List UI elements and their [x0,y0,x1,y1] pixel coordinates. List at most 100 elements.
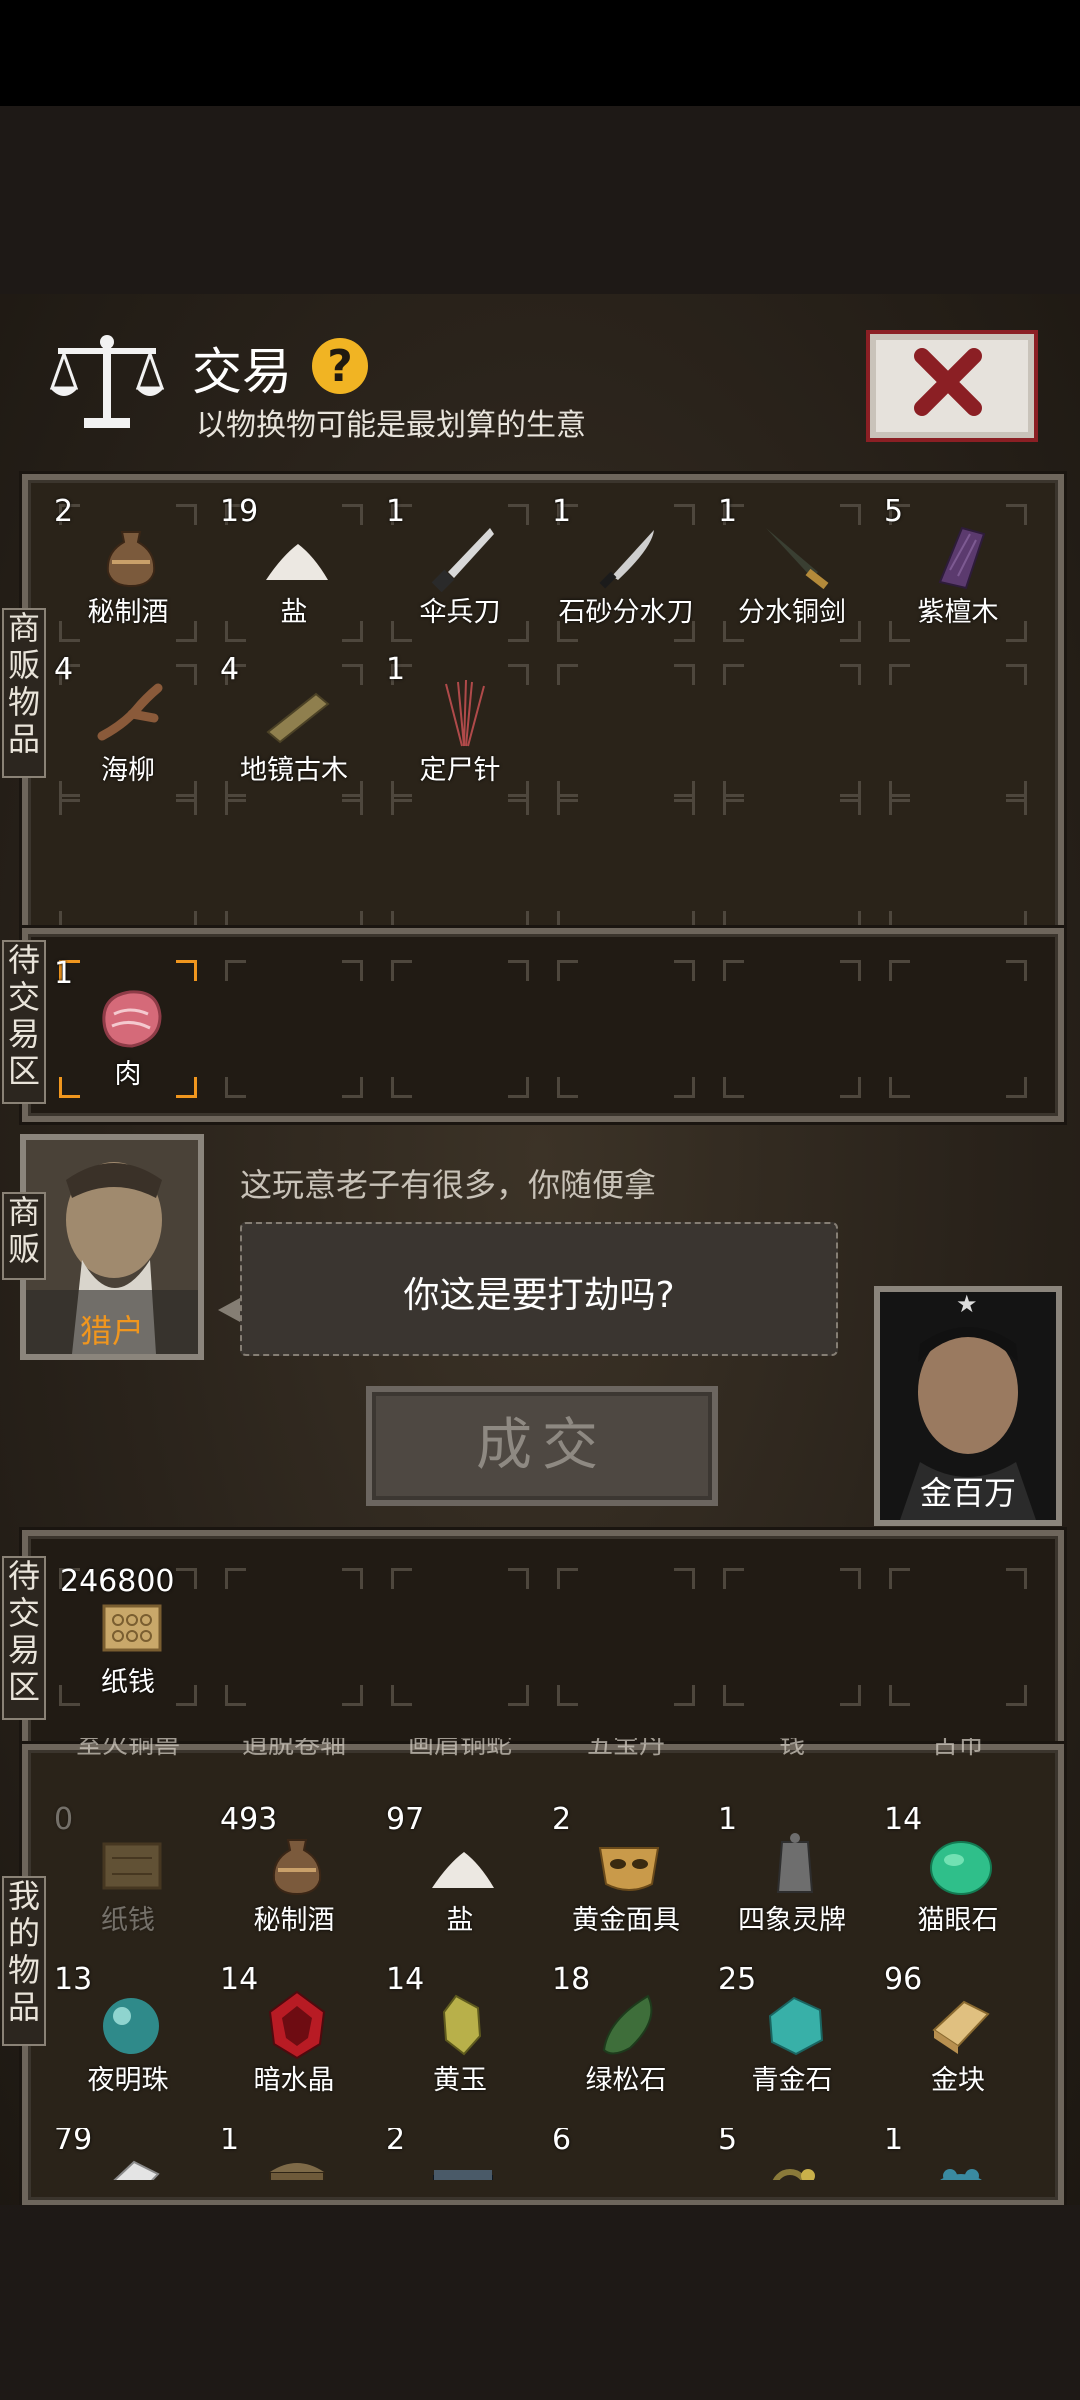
tab-pending-bottom-label: 待交易区 [7,1557,40,1706]
item-count: 25 [718,1962,757,1997]
item-slot [53,788,203,938]
vendor-hint: 这玩意老子有很多，你随便拿 [240,1166,657,1204]
paper-money-icon [102,1842,162,1890]
item-count: 13 [54,1962,93,1997]
inventory-item[interactable]: 5 [712,2128,872,2180]
deal-button[interactable]: 成交 [366,1386,718,1506]
inventory-item[interactable]: 18 绿松石 [546,1962,706,2118]
box-icon [433,2170,493,2180]
inventory-item[interactable]: 14 暗水晶 [214,1962,374,2118]
ring-icon [772,2169,815,2180]
inventory-item[interactable]: 4 地镜古木 [214,652,374,808]
partial-item-label: 画眉铜蛇 [407,1738,512,1760]
gold-bar-icon [932,2000,990,2054]
slot-corner [723,1685,744,1706]
driftwood-icon [97,683,163,741]
inventory-item[interactable]: 6 [546,2128,706,2180]
item-slot [551,1562,701,1712]
pending-vendor-item[interactable]: 1 肉 [48,956,208,1112]
slot-corner [840,794,861,815]
item-count: 14 [386,1962,425,1997]
lapis-icon [768,1996,824,2056]
partial-item-label: 古币 [931,1738,984,1760]
inventory-item[interactable]: 13 夜明珠 [48,1962,208,2118]
tab-vendor-label: 商贩 [7,1193,40,1268]
item-count: 2 [386,2128,406,2157]
vendor-portrait[interactable]: 猎户 [20,1134,204,1360]
inventory-item[interactable]: 5 紫檀木 [878,494,1038,650]
silver-bar-icon [113,2160,160,2180]
inventory-item[interactable]: 14 黄玉 [380,1962,540,2118]
inventory-item[interactable]: 97 盐 [380,1802,540,1958]
topaz-icon [442,1994,482,2056]
golden-mask-icon [598,1847,660,1891]
inventory-item[interactable]: 79 [48,2128,208,2180]
inventory-item[interactable]: 14 猫眼石 [878,1802,1038,1958]
slot-corner [674,794,695,815]
salt-pile-icon [266,544,328,580]
item-name: 绿松石 [585,2065,667,2096]
item-count: 1 [552,494,572,529]
slot-corner [723,960,744,981]
inventory-item[interactable]: 1 伞兵刀 [380,494,540,650]
inventory-item[interactable]: 493 秘制酒 [214,1802,374,1958]
inventory-item[interactable]: 1 石砂分水刀 [546,494,706,650]
item-name: 暗水晶 [253,2065,335,2096]
inventory-item[interactable]: 1 四象灵牌 [712,1802,872,1958]
slot-corner [225,1077,246,1098]
slot-corner [1006,794,1027,815]
tab-my-items: 我的物品 [2,1876,46,2046]
inventory-item[interactable]: 2 [380,2128,540,2180]
slot-corner [1006,664,1027,685]
slot-corner [225,1568,246,1589]
player-star: ★ [956,1290,978,1318]
speech-bubble: 你这是要打劫吗? [240,1222,838,1356]
item-count: 1 [54,956,74,991]
inventory-item[interactable]: 2 黄金面具 [546,1802,706,1958]
slot-corner [889,1077,910,1098]
chest-icon [269,2163,325,2180]
slot-corner [342,960,363,981]
player-portrait[interactable]: ★ 金百万 [874,1286,1062,1526]
slot-corner [225,1685,246,1706]
inventory-item[interactable]: 1 [878,2128,1038,2180]
item-name: 四象灵牌 [738,1905,846,1936]
item-slot [883,658,1033,808]
inventory-item[interactable]: 1 [214,2128,374,2180]
item-count: 1 [718,1802,738,1837]
inventory-item[interactable]: 0 纸钱 [48,1802,208,1958]
tablet-icon [776,1833,814,1893]
slot-corner [508,1568,529,1589]
meat-icon [102,990,162,1048]
dark-crystal-icon [268,1990,326,2060]
tab-vendor-items-label: 商贩物品 [7,609,40,758]
inventory-item[interactable]: 19 盐 [214,494,374,650]
slot-corner [723,1077,744,1098]
item-count: 6 [552,2128,572,2157]
inventory-item[interactable]: 1 定尸针 [380,652,540,808]
item-name: 秘制酒 [253,1905,335,1936]
slot-corner [674,1568,695,1589]
inventory-item[interactable]: 2 秘制酒 [48,494,208,650]
slot-corner [391,960,412,981]
item-slot [883,788,1033,938]
tab-my-items-label: 我的物品 [7,1877,40,2026]
item-count: 19 [220,494,259,529]
inventory-item[interactable]: 25 青金石 [712,1962,872,2118]
vendor-name: 猎户 [79,1312,144,1350]
inventory-item[interactable]: 1 分水铜剑 [712,494,872,650]
item-count: 0 [54,1802,74,1837]
slot-corner [674,960,695,981]
bowl-icon [594,2150,664,2180]
inventory-item[interactable]: 4 海柳 [48,652,208,808]
item-slot [717,1562,867,1712]
item-slot [551,788,701,938]
pending-player-item[interactable]: 246800 纸钱 [48,1564,208,1720]
paper-money-icon [102,1604,162,1652]
close-button[interactable] [866,330,1038,442]
help-button[interactable]: ? [312,338,368,394]
inventory-item[interactable]: 96 金块 [878,1962,1038,2118]
slot-corner [508,1077,529,1098]
slot-corner [889,960,910,981]
slot-corner [557,960,578,981]
